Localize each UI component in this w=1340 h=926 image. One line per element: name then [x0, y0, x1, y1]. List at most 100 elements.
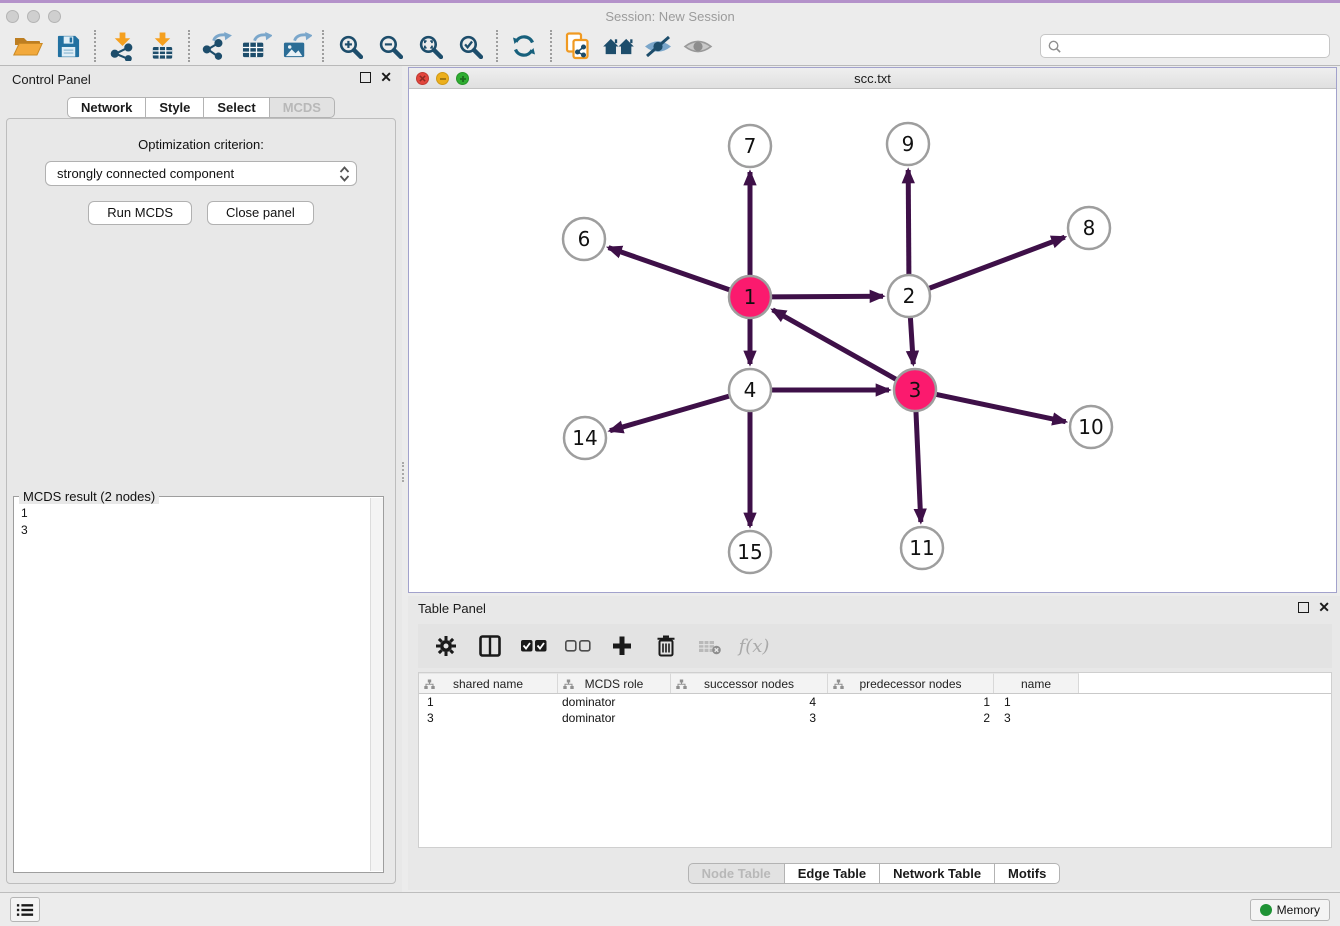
export-network-button[interactable] — [196, 29, 236, 63]
graph-node-3[interactable]: 3 — [894, 369, 936, 411]
tree-icon — [833, 679, 844, 690]
cell-name[interactable]: 3 — [994, 710, 1079, 726]
cell-shared-name[interactable]: 1 — [419, 694, 558, 710]
tree-icon — [563, 679, 574, 690]
graph-edge-2-9[interactable] — [908, 170, 909, 276]
graph-node-14[interactable]: 14 — [564, 417, 606, 459]
close-panel-icon[interactable]: ✕ — [380, 72, 392, 83]
tab-edge-table[interactable]: Edge Table — [785, 863, 880, 884]
result-value: 3 — [21, 522, 28, 539]
cell-predecessor-nodes[interactable]: 2 — [828, 710, 994, 726]
graph-edge-1-6[interactable] — [609, 248, 732, 291]
graph-node-15[interactable]: 15 — [729, 531, 771, 573]
network-window-titlebar[interactable]: scc.txt — [409, 68, 1336, 89]
close-panel-button[interactable]: Close panel — [207, 201, 314, 225]
graph-node-8[interactable]: 8 — [1068, 207, 1110, 249]
close-table-panel-icon[interactable]: ✕ — [1318, 602, 1330, 613]
export-image-button[interactable] — [276, 29, 316, 63]
tab-mcds[interactable]: MCDS — [270, 97, 335, 118]
graph-edge-4-14[interactable] — [610, 396, 731, 431]
mcds-result-title: MCDS result (2 nodes) — [19, 489, 159, 504]
column-header-name[interactable]: name — [994, 673, 1079, 693]
result-scrollbar[interactable] — [370, 498, 383, 871]
graph-node-2[interactable]: 2 — [888, 275, 930, 317]
export-table-button[interactable] — [236, 29, 276, 63]
memory-button[interactable]: Memory — [1250, 899, 1330, 921]
graph-node-6[interactable]: 6 — [563, 218, 605, 260]
home-networks-button[interactable] — [598, 29, 638, 63]
task-history-button[interactable] — [10, 897, 40, 922]
graph-edge-2-8[interactable] — [928, 237, 1065, 289]
network-graph[interactable]: 1 2 3 4 6 7 8 9 10 11 14 15 — [409, 89, 1336, 592]
global-search-field[interactable] — [1040, 34, 1330, 58]
graph-node-11[interactable]: 11 — [901, 527, 943, 569]
graph-edge-1-2[interactable] — [770, 296, 883, 297]
eye-slash-icon — [643, 35, 673, 58]
zoom-selected-button[interactable] — [450, 29, 490, 63]
add-column-button[interactable] — [604, 629, 640, 663]
graph-edge-3-11[interactable] — [916, 410, 921, 522]
show-all-button[interactable] — [678, 29, 718, 63]
save-session-button[interactable] — [48, 29, 88, 63]
network-snapshot-button[interactable] — [558, 29, 598, 63]
refresh-view-button[interactable] — [504, 29, 544, 63]
tab-motifs[interactable]: Motifs — [995, 863, 1060, 884]
column-header-predecessor-nodes[interactable]: predecessor nodes — [828, 673, 994, 693]
float-panel-icon[interactable] — [360, 72, 371, 83]
table-row[interactable]: 3 dominator 3 2 3 — [419, 710, 1331, 726]
cell-mcds-role[interactable]: dominator — [558, 710, 671, 726]
graph-edge-3-10[interactable] — [935, 394, 1066, 422]
import-network-button[interactable] — [102, 29, 142, 63]
column-layout-button[interactable] — [472, 629, 508, 663]
mcds-result-box: MCDS result (2 nodes) 1 3 — [13, 496, 384, 873]
fx-icon: f(x) — [739, 636, 770, 657]
optimization-criterion-select[interactable]: strongly connected component — [45, 161, 357, 186]
cell-successor-nodes[interactable]: 3 — [671, 710, 828, 726]
tab-node-table[interactable]: Node Table — [688, 863, 785, 884]
svg-text:9: 9 — [902, 132, 915, 156]
graph-node-7[interactable]: 7 — [729, 125, 771, 167]
hide-selected-button[interactable] — [638, 29, 678, 63]
tab-style[interactable]: Style — [146, 97, 204, 118]
function-builder-button[interactable]: f(x) — [736, 629, 772, 663]
node-table[interactable]: shared name MCDS role successor nodes — [418, 672, 1332, 848]
table-settings-button[interactable] — [428, 629, 464, 663]
import-table-button[interactable] — [142, 29, 182, 63]
toolbar-separator — [496, 30, 498, 62]
graph-node-1[interactable]: 1 — [729, 276, 771, 318]
delete-column-button[interactable] — [648, 629, 684, 663]
tab-select[interactable]: Select — [204, 97, 269, 118]
select-all-button[interactable] — [516, 629, 552, 663]
zoom-out-button[interactable] — [370, 29, 410, 63]
open-session-button[interactable] — [8, 29, 48, 63]
zoom-fit-button[interactable] — [410, 29, 450, 63]
graph-edge-3-1[interactable] — [773, 310, 898, 380]
tab-network[interactable]: Network — [67, 97, 146, 118]
column-header-mcds-role[interactable]: MCDS role — [558, 673, 671, 693]
cell-name[interactable]: 1 — [994, 694, 1079, 710]
mcds-result-values: 1 3 — [21, 505, 28, 539]
tab-network-table[interactable]: Network Table — [880, 863, 995, 884]
graph-node-9[interactable]: 9 — [887, 123, 929, 165]
column-header-shared-name[interactable]: shared name — [419, 673, 558, 693]
cell-predecessor-nodes[interactable]: 1 — [828, 694, 994, 710]
zoom-in-button[interactable] — [330, 29, 370, 63]
table-row[interactable]: 1 dominator 4 1 1 — [419, 694, 1331, 710]
graph-edge-2-3[interactable] — [910, 316, 913, 364]
graph-node-4[interactable]: 4 — [729, 369, 771, 411]
run-mcds-button[interactable]: Run MCDS — [88, 201, 192, 225]
float-table-panel-icon[interactable] — [1298, 602, 1309, 613]
delete-table-button[interactable] — [692, 629, 728, 663]
app-titlebar: Session: New Session — [0, 0, 1340, 27]
column-header-successor-nodes[interactable]: successor nodes — [671, 673, 828, 693]
deselect-all-button[interactable] — [560, 629, 596, 663]
cell-successor-nodes[interactable]: 4 — [671, 694, 828, 710]
eye-icon — [683, 36, 713, 57]
cell-shared-name[interactable]: 3 — [419, 710, 558, 726]
graph-node-10[interactable]: 10 — [1070, 406, 1112, 448]
network-canvas[interactable]: 1 2 3 4 6 7 8 9 10 11 14 15 — [409, 89, 1336, 592]
header-label: predecessor nodes — [859, 677, 961, 691]
search-icon — [1047, 39, 1062, 54]
search-input[interactable] — [1062, 39, 1329, 53]
cell-mcds-role[interactable]: dominator — [558, 694, 671, 710]
